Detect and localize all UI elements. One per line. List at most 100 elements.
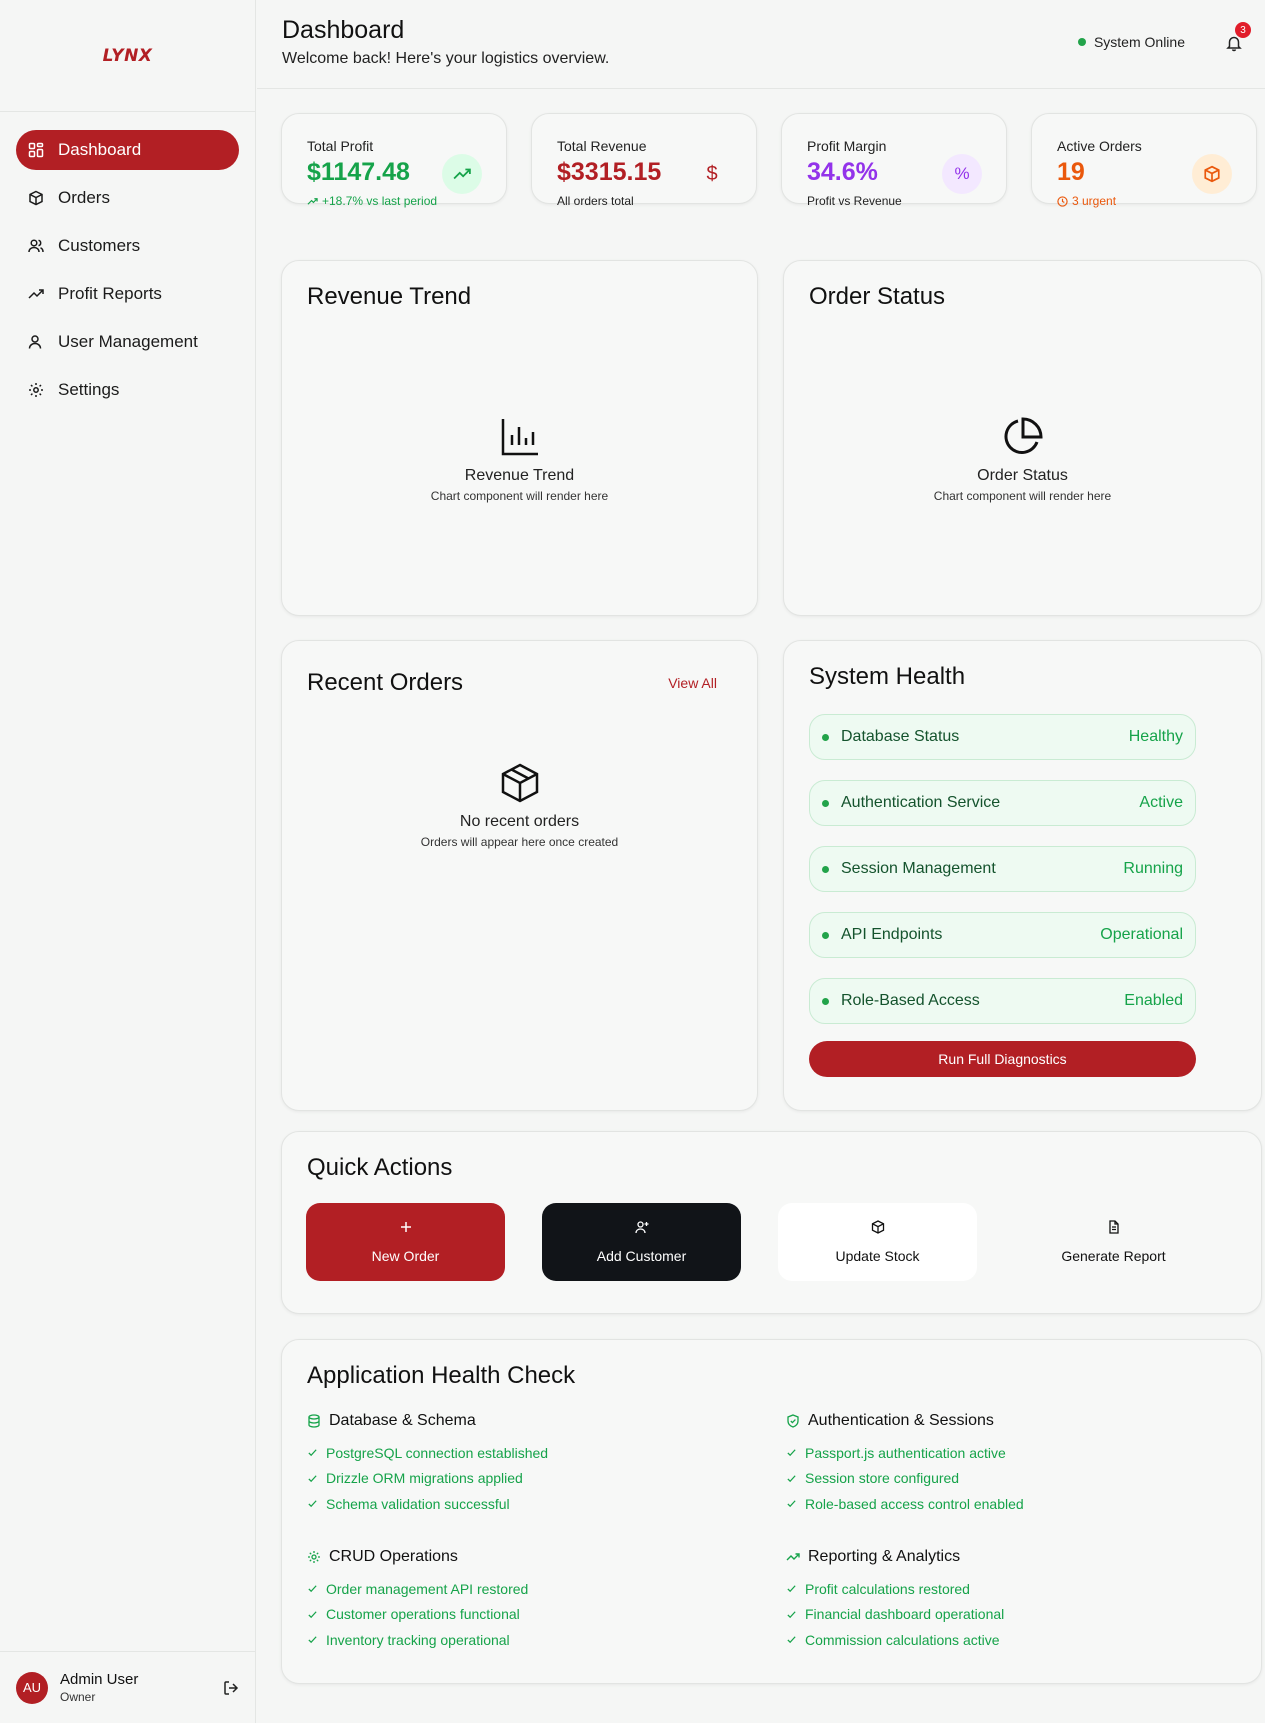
- new-order-button[interactable]: New Order: [306, 1203, 505, 1281]
- hc-item-label: Order management API restored: [326, 1580, 529, 1597]
- recent-orders-card: Recent Orders View All No recent orders …: [281, 640, 758, 1111]
- health-row-session: Session Management Running: [809, 846, 1196, 892]
- card-title: Recent Orders: [307, 669, 464, 696]
- shield-check-icon: [787, 1414, 799, 1428]
- hc-section-title: Authentication & Sessions: [786, 1412, 1024, 1430]
- sidebar-item-profit-reports[interactable]: Profit Reports: [16, 274, 239, 314]
- check-icon: [787, 1500, 796, 1508]
- stat-sub: 3 urgent: [1057, 194, 1116, 208]
- stat-sub-text: +18.7% vs last period: [322, 194, 438, 208]
- hc-item-label: Drizzle ORM migrations applied: [326, 1470, 523, 1487]
- stat-value: $1147.48: [307, 158, 410, 186]
- stat-label: Total Revenue: [557, 138, 647, 154]
- avatar[interactable]: AU: [16, 1671, 48, 1704]
- trend-up-icon: [786, 1553, 800, 1561]
- bar-chart-icon: [501, 419, 538, 456]
- dashboard-grid-icon: [28, 142, 44, 158]
- stat-value: 34.6%: [807, 158, 878, 186]
- check-icon: [787, 1585, 796, 1593]
- logout-icon[interactable]: [222, 1679, 240, 1697]
- stat-icon-badge: $: [692, 154, 732, 194]
- generate-report-button[interactable]: Generate Report: [1014, 1203, 1213, 1281]
- sidebar-item-orders[interactable]: Orders: [16, 178, 239, 218]
- user-info: Admin User Owner: [60, 1671, 222, 1704]
- health-row-auth: Authentication Service Active: [809, 780, 1196, 826]
- health-name: Authentication Service: [841, 794, 1001, 811]
- notification-badge: 3: [1235, 22, 1251, 38]
- trend-up-icon: [307, 197, 318, 205]
- check-icon: [787, 1475, 796, 1483]
- health-value: Operational: [1100, 926, 1183, 943]
- quick-actions-card: Quick Actions New Order Add Customer Upd…: [281, 1131, 1262, 1314]
- status-dot: [822, 931, 829, 939]
- health-name: Database Status: [841, 728, 960, 745]
- system-status-label: System Online: [1093, 34, 1185, 50]
- hc-item-label: Session store configured: [805, 1470, 960, 1487]
- sidebar-item-label: Dashboard: [58, 140, 142, 159]
- hc-item: Financial dashboard operational: [786, 1602, 1004, 1628]
- file-icon: [1108, 1220, 1119, 1234]
- hc-item: PostgreSQL connection established: [307, 1440, 548, 1466]
- card-title: System Health: [809, 663, 966, 690]
- hc-item-label: Passport.js authentication active: [805, 1444, 1006, 1461]
- hc-section-title: Reporting & Analytics: [786, 1548, 1004, 1566]
- view-all-link[interactable]: View All: [668, 675, 717, 691]
- sidebar-item-label: Profit Reports: [58, 284, 162, 303]
- system-status: System Online: [1077, 34, 1185, 50]
- stat-sub-text: Profit vs Revenue: [807, 194, 902, 208]
- hc-item: Session store configured: [786, 1466, 1024, 1492]
- sidebar-item-customers[interactable]: Customers: [16, 226, 239, 266]
- hc-item-label: Schema validation successful: [326, 1495, 510, 1512]
- card-title: Quick Actions: [307, 1154, 453, 1181]
- user-profile: AU Admin User Owner: [0, 1651, 256, 1723]
- health-row-api: API Endpoints Operational: [809, 912, 1196, 958]
- sidebar-item-label: Orders: [58, 188, 110, 207]
- sidebar-item-dashboard[interactable]: Dashboard: [16, 130, 239, 170]
- hc-item: Schema validation successful: [307, 1491, 548, 1517]
- stat-card-total-profit: Total Profit $1147.48 +18.7% vs last per…: [281, 113, 507, 208]
- hc-item-label: Profit calculations restored: [805, 1580, 970, 1597]
- hc-item: Order management API restored: [307, 1576, 528, 1602]
- user-cog-icon: [28, 335, 42, 349]
- stat-value: $3315.15: [557, 158, 662, 186]
- hc-item-label: Role-based access control enabled: [805, 1495, 1024, 1512]
- system-health-card: System Health Database Status Healthy Au…: [783, 640, 1262, 1111]
- stat-sub: All orders total: [557, 194, 634, 208]
- hc-section-crud: CRUD Operations Order management API res…: [307, 1548, 528, 1653]
- status-dot: [1077, 38, 1086, 46]
- chart-placeholder: Revenue Trend Chart component will rende…: [282, 417, 757, 503]
- sidebar-item-user-management[interactable]: User Management: [16, 322, 239, 362]
- stat-icon-badge: %: [942, 154, 982, 194]
- empty-subtitle: Orders will appear here once created: [420, 835, 619, 849]
- logo-text: LYNX: [102, 45, 153, 66]
- sidebar-item-settings[interactable]: Settings: [16, 370, 239, 410]
- health-value: Active: [1139, 794, 1183, 811]
- chart-placeholder: Order Status Chart component will render…: [784, 417, 1261, 503]
- trend-icon: [28, 289, 44, 299]
- empty-title: No recent orders: [459, 813, 580, 830]
- status-dot: [822, 997, 829, 1005]
- add-customer-button[interactable]: Add Customer: [542, 1203, 741, 1281]
- run-diagnostics-button[interactable]: Run Full Diagnostics: [809, 1041, 1196, 1077]
- card-title: Order Status: [809, 283, 946, 310]
- hc-item-label: PostgreSQL connection established: [326, 1444, 549, 1461]
- placeholder-title: Order Status: [977, 467, 1068, 484]
- status-dot: [822, 733, 829, 741]
- user-name: Admin User: [60, 1671, 139, 1688]
- status-dot: [822, 865, 829, 873]
- card-title: Revenue Trend: [307, 283, 472, 310]
- placeholder-title: Revenue Trend: [464, 467, 575, 484]
- stat-sub: +18.7% vs last period: [307, 194, 437, 208]
- update-stock-button[interactable]: Update Stock: [778, 1203, 977, 1281]
- hc-section-auth: Authentication & Sessions Passport.js au…: [786, 1412, 1024, 1517]
- health-value: Enabled: [1124, 992, 1183, 1009]
- logo[interactable]: LYNX: [0, 0, 255, 112]
- placeholder-subtitle: Chart component will render here: [933, 489, 1112, 503]
- package-icon: [1204, 165, 1220, 183]
- stat-label: Profit Margin: [807, 138, 887, 154]
- stat-card-active-orders: Active Orders 19 3 urgent: [1031, 113, 1257, 208]
- gear-icon: [29, 383, 43, 397]
- hc-item: Inventory tracking operational: [307, 1627, 528, 1653]
- sidebar-item-label: Customers: [58, 236, 141, 255]
- stat-card-total-revenue: Total Revenue $3315.15 All orders total …: [531, 113, 757, 208]
